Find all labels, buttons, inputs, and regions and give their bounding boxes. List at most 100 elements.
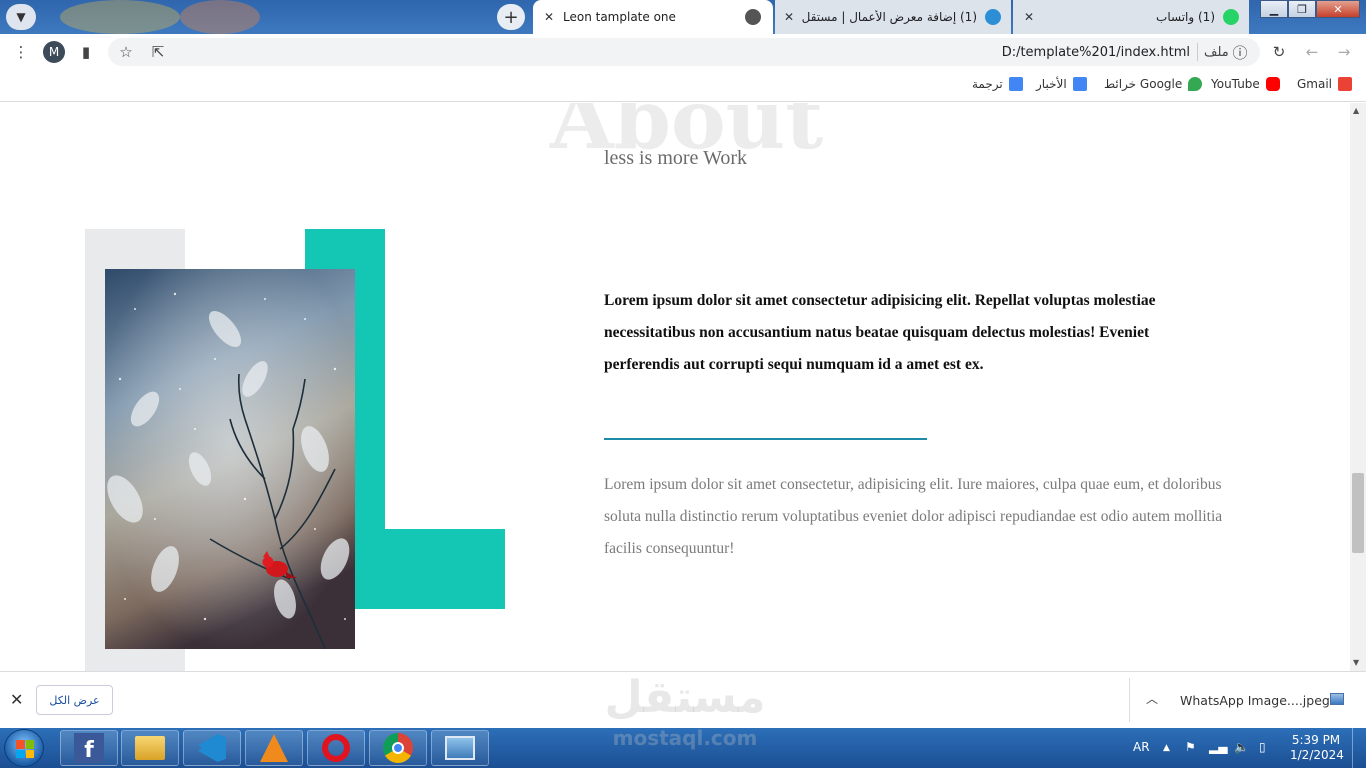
taskbar-vscode[interactable] bbox=[183, 730, 241, 766]
windows-logo-icon bbox=[16, 740, 34, 758]
browser-toolbar: ⋮ M ▮ ☆ ⇱ D:/template%201/index.html ملف… bbox=[0, 34, 1366, 70]
globe-icon bbox=[745, 9, 761, 25]
chevron-down-icon: ▼ bbox=[16, 10, 26, 24]
bookmark-star-icon[interactable]: ☆ bbox=[115, 41, 137, 63]
folder-icon bbox=[135, 736, 165, 760]
network-icon[interactable]: ▂▄ bbox=[1209, 740, 1227, 754]
youtube-icon bbox=[1265, 77, 1280, 91]
web-page: About less is more Work Lorem ipsum dolo… bbox=[0, 103, 1350, 671]
chrome-icon bbox=[383, 733, 413, 763]
bookmark-label: خرائط Google bbox=[1104, 77, 1183, 91]
language-indicator[interactable]: AR bbox=[1133, 740, 1150, 754]
decor-teal-block bbox=[355, 529, 505, 609]
vscode-icon bbox=[198, 734, 226, 762]
show-desktop-button[interactable] bbox=[1352, 728, 1366, 768]
photo-viewer-icon bbox=[445, 736, 475, 760]
clock-time: 5:39 PM bbox=[1291, 733, 1341, 747]
info-icon[interactable]: ⓘ bbox=[1229, 41, 1251, 63]
close-icon[interactable]: ✕ bbox=[781, 10, 797, 24]
taskbar-photo-viewer[interactable] bbox=[431, 730, 489, 766]
bookmark-label: YouTube bbox=[1211, 77, 1260, 91]
section-divider bbox=[604, 438, 927, 440]
divider bbox=[1129, 678, 1130, 722]
bookmark-youtube[interactable]: YouTube bbox=[1211, 77, 1280, 91]
volume-icon[interactable]: 🔈 bbox=[1234, 740, 1249, 754]
bookmark-label: Gmail bbox=[1297, 77, 1333, 91]
about-subtitle: less is more Work bbox=[604, 147, 748, 169]
scroll-thumb[interactable] bbox=[1352, 473, 1364, 553]
taskbar-opera[interactable] bbox=[307, 730, 365, 766]
wallpaper-glow bbox=[180, 0, 260, 34]
close-icon[interactable]: ✕ bbox=[10, 690, 23, 709]
close-icon[interactable]: ✕ bbox=[1021, 10, 1037, 24]
bird-photo bbox=[105, 269, 355, 649]
tab-whatsapp[interactable]: ✕ (1) واتساب bbox=[1013, 0, 1249, 34]
scroll-up-icon[interactable]: ▲ bbox=[1353, 106, 1359, 115]
new-tab-button[interactable]: + bbox=[497, 4, 525, 30]
news-icon bbox=[1072, 77, 1087, 91]
whatsapp-icon bbox=[1223, 9, 1239, 25]
tab-title: (1) واتساب bbox=[1156, 10, 1215, 24]
show-all-button[interactable]: عرض الكل bbox=[36, 685, 113, 715]
bookmark-news[interactable]: الأخبار bbox=[1036, 77, 1087, 91]
facebook-icon: f bbox=[74, 733, 104, 763]
watermark-arabic: مستقل bbox=[604, 672, 766, 723]
tab-leon-template[interactable]: ✕ Leon tamplate one bbox=[533, 0, 773, 34]
translate-icon bbox=[1008, 77, 1023, 91]
lead-paragraph: Lorem ipsum dolor sit amet consectetur a… bbox=[604, 292, 1156, 373]
minimize-button[interactable]: ▁ bbox=[1260, 0, 1288, 18]
mostaql-icon bbox=[985, 9, 1001, 25]
menu-dots-icon[interactable]: ⋮ bbox=[10, 41, 32, 63]
bookmark-label: الأخبار bbox=[1036, 77, 1067, 91]
page-scrollbar[interactable]: ▲ ▼ bbox=[1350, 103, 1366, 671]
back-icon[interactable]: ← bbox=[1301, 41, 1323, 63]
scroll-down-icon[interactable]: ▼ bbox=[1353, 658, 1359, 667]
tab-mostaql[interactable]: ✕ (1) إضافة معرض الأعمال | مستقل bbox=[775, 0, 1011, 34]
bookmark-google-maps[interactable]: خرائط Google bbox=[1104, 77, 1203, 91]
bookmark-translate[interactable]: ترجمة bbox=[972, 77, 1023, 91]
reload-icon[interactable]: ↻ bbox=[1268, 41, 1290, 63]
maps-pin-icon bbox=[1188, 77, 1203, 91]
divider bbox=[1197, 43, 1198, 61]
window-controls: ▁ ❐ ✕ bbox=[1260, 0, 1360, 18]
opera-icon bbox=[322, 734, 350, 762]
chevron-up-icon[interactable]: ︿ bbox=[1146, 690, 1158, 707]
body-paragraph: Lorem ipsum dolor sit amet consectetur, … bbox=[604, 476, 1223, 557]
taskbar-facebook[interactable]: f bbox=[60, 730, 118, 766]
wallpaper-glow bbox=[60, 0, 180, 34]
forward-icon[interactable]: → bbox=[1333, 41, 1355, 63]
watermark-url: mostaql.com bbox=[612, 728, 758, 750]
power-icon[interactable]: ▯ bbox=[1259, 740, 1266, 754]
window-close-button[interactable]: ✕ bbox=[1316, 0, 1360, 18]
side-panel-icon[interactable]: ▮ bbox=[75, 41, 97, 63]
watermark-logo: مستقل bbox=[600, 674, 770, 722]
gmail-icon bbox=[1338, 77, 1353, 91]
show-hidden-icons-icon[interactable]: ▲ bbox=[1163, 743, 1170, 753]
avatar[interactable]: M bbox=[43, 41, 65, 63]
bookmarks-bar: Gmail YouTube خرائط Google الأخبار ترجمة bbox=[0, 70, 1366, 102]
action-center-flag-icon[interactable]: ⚑ bbox=[1185, 740, 1196, 754]
tab-title: (1) إضافة معرض الأعمال | مستقل bbox=[801, 10, 977, 24]
taskbar-chrome[interactable] bbox=[369, 730, 427, 766]
bookmark-label: ترجمة bbox=[972, 77, 1003, 91]
taskbar-vlc[interactable] bbox=[245, 730, 303, 766]
vlc-cone-icon bbox=[260, 734, 288, 762]
windows-taskbar: f mostaql.com AR ▲ ⚑ ▂▄ 🔈 ▯ 5:39 PM 1/2/… bbox=[0, 728, 1366, 768]
start-button[interactable] bbox=[4, 729, 44, 767]
tab-title: Leon tamplate one bbox=[563, 10, 676, 24]
tab-search-button[interactable]: ▼ bbox=[6, 4, 36, 30]
bird-photo-image bbox=[105, 269, 355, 649]
share-icon[interactable]: ⇱ bbox=[147, 41, 169, 63]
bookmark-gmail[interactable]: Gmail bbox=[1297, 77, 1353, 91]
url-text[interactable]: D:/template%201/index.html bbox=[1002, 45, 1190, 60]
download-file-name[interactable]: WhatsApp Image....jpeg bbox=[1180, 693, 1330, 708]
close-icon[interactable]: ✕ bbox=[541, 10, 557, 24]
taskbar-file-explorer[interactable] bbox=[121, 730, 179, 766]
tab-strip: ▼ + ✕ Leon tamplate one ✕ (1) إضافة معرض… bbox=[0, 0, 1366, 34]
system-clock[interactable]: 5:39 PM 1/2/2024 bbox=[1290, 733, 1344, 763]
download-bar: ✕ عرض الكل مستقل ︿ WhatsApp Image....jpe… bbox=[0, 671, 1366, 728]
image-file-icon bbox=[1330, 693, 1344, 705]
file-label: ملف bbox=[1204, 45, 1229, 60]
restore-button[interactable]: ❐ bbox=[1288, 0, 1316, 18]
clock-date: 1/2/2024 bbox=[1290, 748, 1344, 762]
